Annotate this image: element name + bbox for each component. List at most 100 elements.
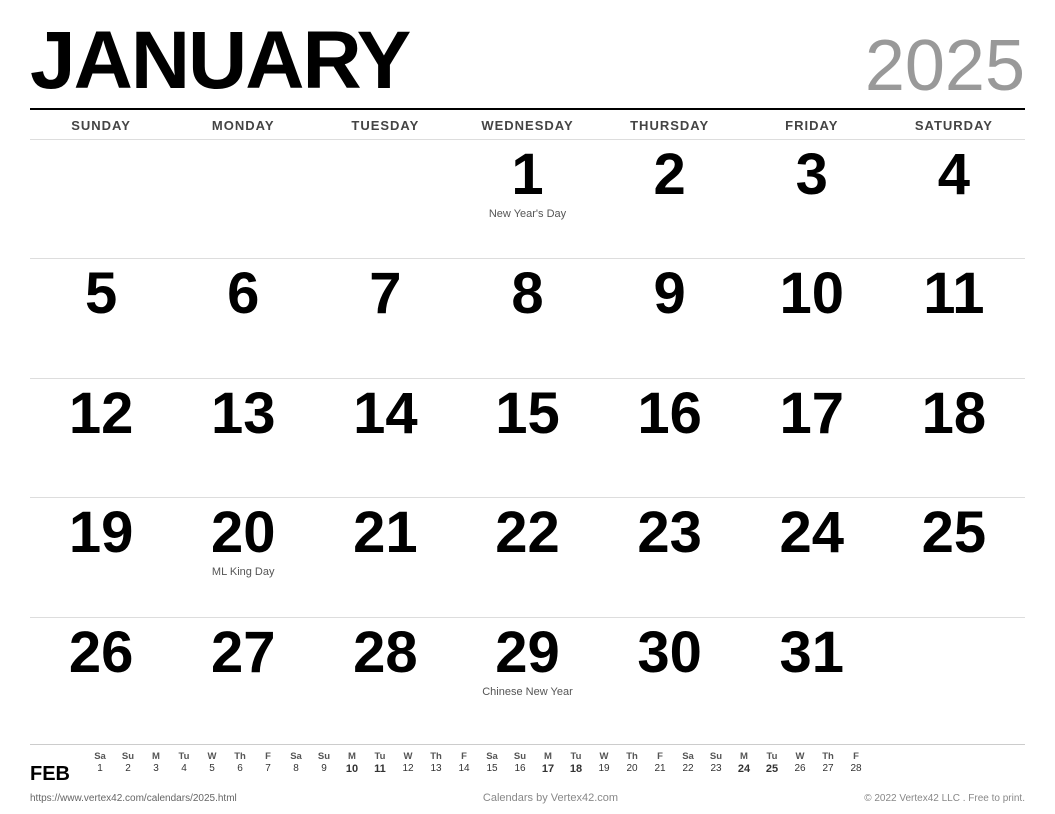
mini-day-header: F [646, 751, 674, 762]
calendar-cell: 16 [599, 378, 741, 497]
mini-date-cell: 17 [534, 763, 562, 775]
day-header-sat: SATURDAY [883, 114, 1025, 137]
day-number: 21 [353, 504, 418, 562]
mini-day-header: Su [506, 751, 534, 762]
calendar-cell: 23 [599, 497, 741, 616]
mini-date-cell: 4 [170, 763, 198, 775]
day-number: 10 [780, 265, 845, 323]
mini-date-cell: 13 [422, 763, 450, 775]
mini-day-header: W [198, 751, 226, 762]
day-number: 11 [923, 265, 984, 323]
mini-day-header: Tu [562, 751, 590, 762]
mini-date-cell: 22 [674, 763, 702, 775]
mini-day-header: Th [226, 751, 254, 762]
mini-day-header: F [254, 751, 282, 762]
mini-day-header: W [590, 751, 618, 762]
mini-date-row: 1234567891011121314151617181920212223242… [86, 763, 870, 775]
calendar-cell: 25 [883, 497, 1025, 616]
mini-date-cell: 21 [646, 763, 674, 775]
day-number: 12 [69, 385, 134, 443]
mini-date-cell: 19 [590, 763, 618, 775]
mini-month-label: FEB [30, 751, 78, 786]
day-number: 19 [69, 504, 134, 562]
calendar-cell: 12 [30, 378, 172, 497]
calendar-cell [30, 139, 172, 258]
mini-day-header: Th [422, 751, 450, 762]
mini-date-cell: 16 [506, 763, 534, 775]
mini-day-header: M [730, 751, 758, 762]
mini-date-cell: 2 [114, 763, 142, 775]
day-number: 28 [353, 624, 418, 682]
calendar-cell: 9 [599, 258, 741, 377]
day-number: 17 [780, 385, 845, 443]
mini-date-cell: 25 [758, 763, 786, 775]
day-header-thu: THURSDAY [599, 114, 741, 137]
days-of-week-row: SUNDAY MONDAY TUESDAY WEDNESDAY THURSDAY… [30, 114, 1025, 137]
holiday-label: New Year's Day [466, 208, 588, 220]
day-number: 2 [654, 146, 686, 204]
day-number: 31 [780, 624, 845, 682]
day-number: 9 [654, 265, 686, 323]
calendar-cell: 22 [456, 497, 598, 616]
day-header-fri: FRIDAY [741, 114, 883, 137]
mini-date-cell: 9 [310, 763, 338, 775]
footer-copyright: © 2022 Vertex42 LLC . Free to print. [864, 793, 1025, 804]
mini-date-cell: 10 [338, 763, 366, 775]
day-number: 22 [495, 504, 560, 562]
mini-date-cell: 28 [842, 763, 870, 775]
mini-date-cell: 24 [730, 763, 758, 775]
mini-day-header: Su [702, 751, 730, 762]
month-title: JANUARY [30, 20, 409, 102]
mini-day-header: M [338, 751, 366, 762]
calendar-header: JANUARY 2025 [30, 20, 1025, 110]
calendar-cell: 26 [30, 617, 172, 736]
mini-day-header: Sa [282, 751, 310, 762]
day-number: 13 [211, 385, 276, 443]
day-number: 15 [495, 385, 560, 443]
mini-date-cell: 1 [86, 763, 114, 775]
mini-day-header: Tu [366, 751, 394, 762]
footer-credit: Calendars by Vertex42.com [483, 792, 618, 804]
calendar-cell: 29Chinese New Year [456, 617, 598, 736]
mini-date-cell: 26 [786, 763, 814, 775]
mini-day-header: Tu [170, 751, 198, 762]
mini-date-cell: 27 [814, 763, 842, 775]
mini-day-header: Sa [478, 751, 506, 762]
holiday-label: Chinese New Year [466, 686, 588, 698]
day-number: 18 [922, 385, 987, 443]
day-number: 26 [69, 624, 134, 682]
day-number: 14 [353, 385, 418, 443]
day-number: 20 [211, 504, 276, 562]
day-header-wed: WEDNESDAY [456, 114, 598, 137]
calendar-cell: 4 [883, 139, 1025, 258]
calendar-cell: 3 [741, 139, 883, 258]
mini-date-cell: 20 [618, 763, 646, 775]
mini-day-header: W [786, 751, 814, 762]
mini-date-cell: 11 [366, 763, 394, 775]
day-header-tue: TUESDAY [314, 114, 456, 137]
mini-date-cell: 23 [702, 763, 730, 775]
calendar-cell: 24 [741, 497, 883, 616]
mini-day-header: F [842, 751, 870, 762]
calendar-cell: 18 [883, 378, 1025, 497]
footer: https://www.vertex42.com/calendars/2025.… [30, 788, 1025, 804]
mini-date-cell: 15 [478, 763, 506, 775]
day-number: 5 [85, 265, 117, 323]
calendar-cell: 17 [741, 378, 883, 497]
calendar-cell [172, 139, 314, 258]
calendar-cell: 30 [599, 617, 741, 736]
day-number: 8 [511, 265, 543, 323]
footer-url: https://www.vertex42.com/calendars/2025.… [30, 793, 237, 804]
holiday-label: ML King Day [182, 566, 304, 578]
calendar-page: JANUARY 2025 SUNDAY MONDAY TUESDAY WEDNE… [0, 0, 1055, 814]
calendar-cell: 31 [741, 617, 883, 736]
mini-day-header: Sa [674, 751, 702, 762]
calendar-cell: 19 [30, 497, 172, 616]
mini-date-cell: 5 [198, 763, 226, 775]
mini-date-cell: 7 [254, 763, 282, 775]
calendar-cell: 27 [172, 617, 314, 736]
calendar-cell: 6 [172, 258, 314, 377]
calendar-cell: 28 [314, 617, 456, 736]
calendar-cell: 5 [30, 258, 172, 377]
calendar-cell [883, 617, 1025, 736]
